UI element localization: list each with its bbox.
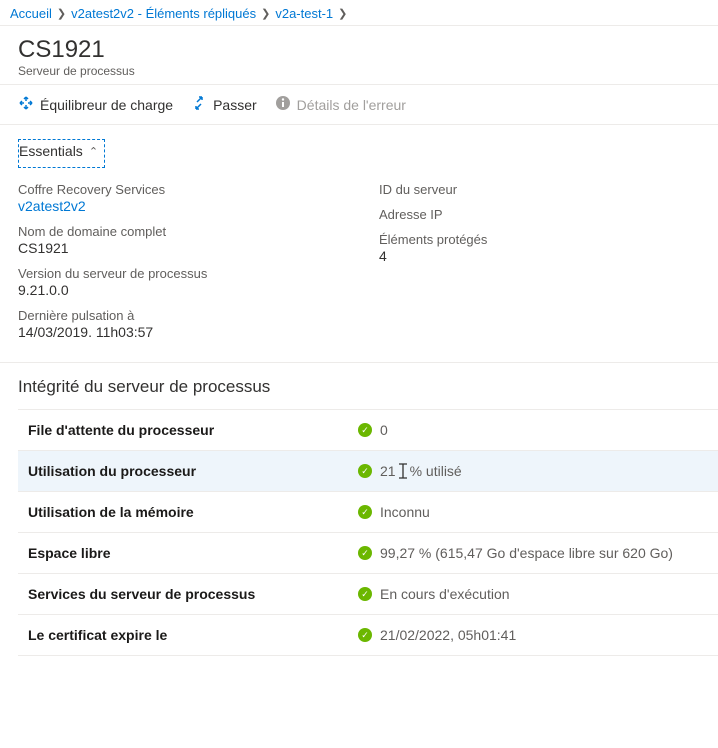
health-row-cert[interactable]: Le certificat expire le ✓ 21/02/2022, 05… [18, 614, 718, 656]
toolbar: Équilibreur de charge Passer Détails de … [0, 85, 718, 125]
prop-value-fqdn: CS1921 [18, 240, 339, 256]
essentials-right-col: ID du serveur Adresse IP Éléments protég… [379, 182, 700, 350]
status-ok-icon: ✓ [358, 587, 372, 601]
status-ok-icon: ✓ [358, 546, 372, 560]
error-details-label: Détails de l'erreur [297, 97, 406, 113]
chevron-right-icon: ❯ [57, 7, 66, 20]
essentials-left-col: Coffre Recovery Services v2atest2v2 Nom … [18, 182, 339, 350]
load-balancer-icon [18, 95, 34, 114]
status-ok-icon: ✓ [358, 423, 372, 437]
switch-icon [191, 95, 207, 114]
chevron-right-icon: ❯ [338, 7, 347, 20]
breadcrumb-link-test[interactable]: v2a-test-1 [275, 6, 333, 21]
load-balancer-button[interactable]: Équilibreur de charge [18, 95, 173, 114]
essentials-label: Essentials [19, 143, 83, 159]
chevron-right-icon: ❯ [261, 7, 270, 20]
prop-label: Nom de domaine complet [18, 224, 339, 239]
essentials-toggle[interactable]: Essentials ⌃ [18, 139, 105, 168]
switch-label: Passer [213, 97, 257, 113]
chevron-up-icon: ⌃ [89, 145, 98, 158]
health-table: File d'attente du processeur ✓ 0 Utilisa… [18, 409, 718, 656]
breadcrumb-link-home[interactable]: Accueil [10, 6, 52, 21]
prop-label: Éléments protégés [379, 232, 700, 247]
text-cursor-icon [396, 463, 410, 479]
status-ok-icon: ✓ [358, 464, 372, 478]
health-value: 21/02/2022, 05h01:41 [380, 627, 516, 643]
status-ok-icon: ✓ [358, 628, 372, 642]
page-title: CS1921 [18, 36, 700, 64]
health-title: Intégrité du serveur de processus [18, 377, 718, 397]
breadcrumb: Accueil ❯ v2atest2v2 - Éléments répliqué… [0, 0, 718, 26]
health-label: Utilisation de la mémoire [28, 504, 358, 520]
info-icon [275, 95, 291, 114]
health-label: Utilisation du processeur [28, 463, 358, 479]
prop-value-vault-link[interactable]: v2atest2v2 [18, 198, 339, 214]
health-row-cpu[interactable]: Utilisation du processeur ✓ 21% utilisé [18, 450, 718, 491]
health-label: Le certificat expire le [28, 627, 358, 643]
health-label: Services du serveur de processus [28, 586, 358, 602]
health-label: File d'attente du processeur [28, 422, 358, 438]
health-row-services[interactable]: Services du serveur de processus ✓ En co… [18, 573, 718, 614]
prop-label: Adresse IP [379, 207, 700, 222]
health-value: 21% utilisé [380, 463, 462, 479]
health-value: 99,27 % (615,47 Go d'espace libre sur 62… [380, 545, 673, 561]
health-row-memory[interactable]: Utilisation de la mémoire ✓ Inconnu [18, 491, 718, 532]
health-value: 0 [380, 422, 388, 438]
load-balancer-label: Équilibreur de charge [40, 97, 173, 113]
health-label: Espace libre [28, 545, 358, 561]
prop-label: Coffre Recovery Services [18, 182, 339, 197]
switch-button[interactable]: Passer [191, 95, 257, 114]
prop-label: Dernière pulsation à [18, 308, 339, 323]
error-details-button: Détails de l'erreur [275, 95, 406, 114]
essentials-panel: Essentials ⌃ Coffre Recovery Services v2… [0, 125, 718, 363]
prop-value-protected: 4 [379, 248, 700, 264]
health-row-free-space[interactable]: Espace libre ✓ 99,27 % (615,47 Go d'espa… [18, 532, 718, 573]
page-header: CS1921 Serveur de processus [0, 26, 718, 85]
status-ok-icon: ✓ [358, 505, 372, 519]
prop-label: ID du serveur [379, 182, 700, 197]
health-value: Inconnu [380, 504, 430, 520]
prop-label: Version du serveur de processus [18, 266, 339, 281]
page-subtitle: Serveur de processus [18, 64, 700, 78]
prop-value-version: 9.21.0.0 [18, 282, 339, 298]
breadcrumb-link-vault[interactable]: v2atest2v2 - Éléments répliqués [71, 6, 256, 21]
health-row-queue[interactable]: File d'attente du processeur ✓ 0 [18, 409, 718, 450]
health-value: En cours d'exécution [380, 586, 510, 602]
health-section: Intégrité du serveur de processus File d… [0, 363, 718, 656]
prop-value-heartbeat: 14/03/2019. 11h03:57 [18, 324, 339, 340]
